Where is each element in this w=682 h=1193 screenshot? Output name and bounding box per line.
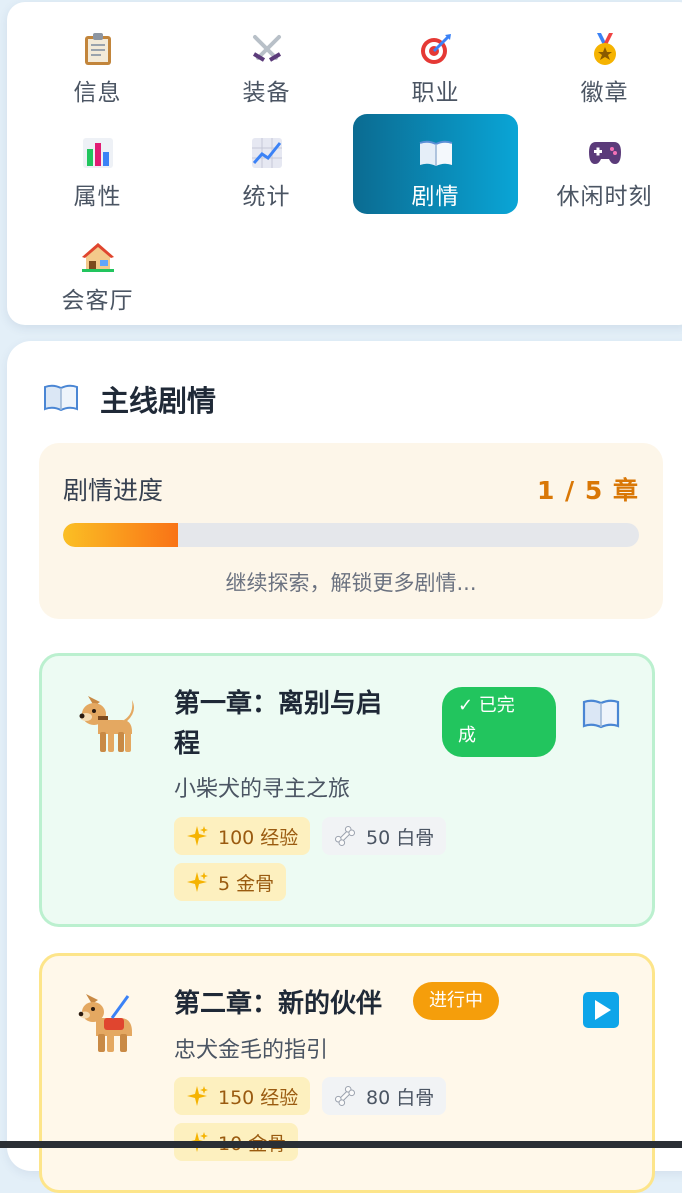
nav-item-label: 剧情 (411, 184, 460, 210)
target-icon (419, 32, 453, 66)
status-badge-completed: ✓ 已完 成 (442, 687, 556, 757)
nav-item-label: 属性 (73, 184, 122, 210)
line-chart-icon (250, 136, 284, 170)
clipboard-icon (81, 32, 115, 66)
chapter-subtitle: 忠犬金毛的指引 (174, 1038, 329, 1063)
open-book-icon (582, 699, 620, 729)
progress-bar (63, 523, 639, 547)
nav-item-label: 装备 (242, 80, 291, 106)
chapter-card[interactable]: 第二章：新的伙伴 忠犬金毛的指引 进行中 150 经验 80 白骨 10 金骨 (39, 953, 655, 1193)
open-book-icon (419, 136, 453, 170)
nav-item-badges[interactable]: 徽章 (522, 10, 682, 110)
section-header: 主线剧情 (44, 377, 216, 421)
bone-icon (334, 1085, 356, 1107)
nav-item-equipment[interactable]: 装备 (184, 10, 349, 110)
chapter-subtitle: 小柴犬的寻主之旅 (174, 777, 351, 802)
nav-item-label: 职业 (411, 80, 460, 106)
nav-item-story[interactable]: 剧情 (353, 114, 518, 214)
gamepad-icon (588, 136, 622, 170)
crossed-swords-icon (250, 32, 284, 66)
sparkles-icon (186, 825, 208, 847)
sparkles-icon (186, 871, 208, 893)
nav-item-attributes[interactable]: 属性 (15, 114, 180, 214)
nav-item-profession[interactable]: 职业 (353, 10, 518, 110)
nav-item-label: 徽章 (580, 80, 629, 106)
open-book-icon (44, 383, 78, 415)
reward-gold-bone: 5 金骨 (174, 863, 287, 901)
progress-hint: 继续探索，解锁更多剧情... (225, 571, 477, 595)
story-progress-box: 剧情进度 1 / 5 章 继续探索，解锁更多剧情... (39, 443, 663, 619)
play-chapter-button[interactable] (582, 991, 620, 1029)
sparkles-icon (186, 1085, 208, 1107)
reward-exp: 100 经验 (174, 817, 311, 855)
house-icon (81, 240, 115, 274)
bone-icon (334, 825, 356, 847)
shiba-dog-icon (76, 692, 140, 756)
reward-white-bone: 50 白骨 (322, 817, 447, 855)
taskbar-edge (0, 1141, 682, 1148)
play-icon (583, 992, 619, 1028)
progress-bar-fill (63, 523, 179, 547)
chapter-title: 第二章：新的伙伴 (174, 989, 383, 1019)
nav-item-label: 会客厅 (61, 288, 134, 314)
nav-item-label: 统计 (242, 184, 291, 210)
nav-item-statistics[interactable]: 统计 (184, 114, 349, 214)
bar-chart-icon (81, 136, 115, 170)
nav-item-leisure[interactable]: 休闲时刻 (522, 114, 682, 214)
chapter-card[interactable]: 第一章：离别与启 程 小柴犬的寻主之旅 ✓ 已完 成 100 经验 50 白骨 … (39, 653, 655, 927)
service-dog-icon (76, 992, 140, 1056)
nav-item-lounge[interactable]: 会客厅 (15, 218, 180, 318)
status-badge-in-progress: 进行中 (413, 982, 499, 1020)
medal-icon (588, 32, 622, 66)
section-title: 主线剧情 (100, 384, 217, 418)
nav-item-label: 休闲时刻 (556, 184, 653, 210)
progress-value: 1 / 5 章 (536, 476, 639, 505)
nav-item-label: 信息 (73, 80, 122, 106)
read-story-button[interactable] (582, 694, 620, 732)
chapter-title: 第一章：离别与启 程 (174, 689, 383, 759)
nav-item-info[interactable]: 信息 (15, 10, 180, 110)
progress-label: 剧情进度 (63, 476, 164, 505)
reward-white-bone: 80 白骨 (322, 1077, 447, 1115)
reward-exp: 150 经验 (174, 1077, 311, 1115)
